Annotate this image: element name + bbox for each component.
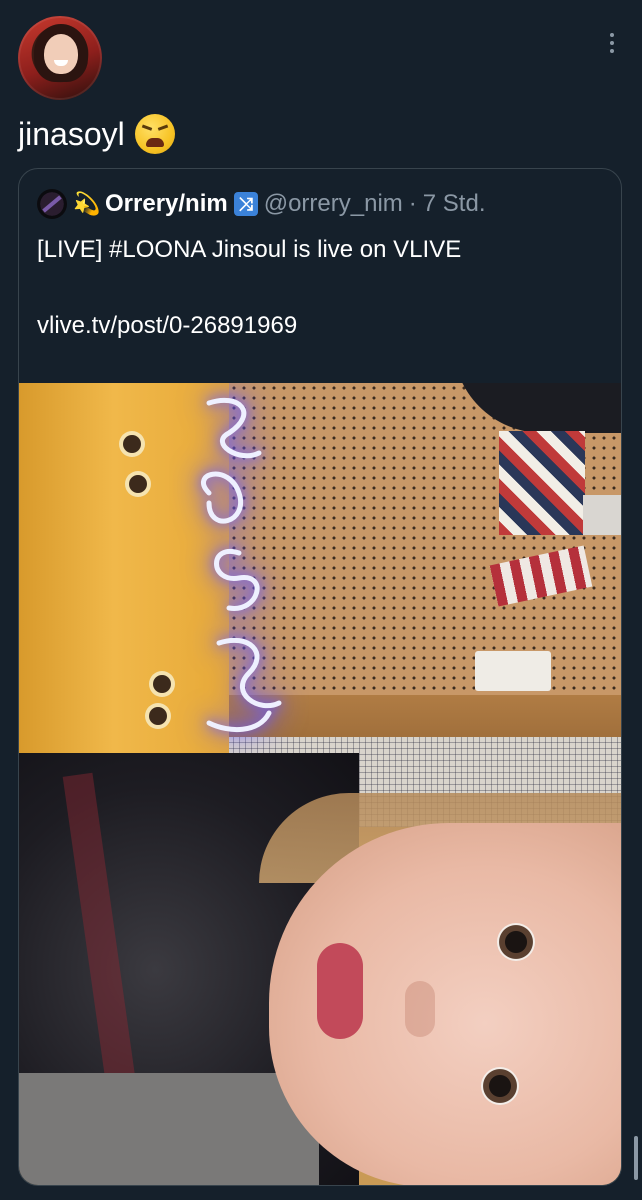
wall-photo xyxy=(583,495,621,535)
quoted-tweet-body: [LIVE] #LOONA Jinsoul is live on VLIVE v… xyxy=(37,231,607,345)
tweet-screen: jinasoyl 💫 Orrery/nim ⤨ @orrery_nim · 7 … xyxy=(0,0,642,1200)
more-dot-icon xyxy=(610,41,614,45)
quoted-display-name[interactable]: Orrery/nim xyxy=(105,190,228,218)
scrollbar[interactable] xyxy=(634,1136,638,1180)
author-avatar[interactable] xyxy=(18,16,102,100)
quoted-timestamp[interactable]: 7 Std. xyxy=(423,190,486,218)
dizzy-icon: 💫 xyxy=(73,191,101,216)
grey-hood xyxy=(19,1073,319,1185)
more-dot-icon xyxy=(610,33,614,37)
light-switch xyxy=(475,651,551,691)
quoted-tweet-header: 💫 Orrery/nim ⤨ @orrery_nim · 7 Std. xyxy=(37,189,486,219)
tweet-text-content: jinasoyl xyxy=(18,116,125,152)
neon-sign xyxy=(201,397,282,733)
lips xyxy=(317,943,363,1039)
quoted-handle[interactable]: @orrery_nim xyxy=(264,190,403,218)
tired-face-emoji-icon xyxy=(134,114,175,154)
eye xyxy=(497,923,535,961)
more-dot-icon xyxy=(610,49,614,53)
nose xyxy=(405,981,435,1037)
quoted-tweet-card[interactable]: 💫 Orrery/nim ⤨ @orrery_nim · 7 Std. [LIV… xyxy=(18,168,622,1186)
wall-poster xyxy=(499,431,585,535)
quoted-text-line-1: [LIVE] #LOONA Jinsoul is live on VLIVE xyxy=(37,236,462,263)
quoted-author-avatar[interactable] xyxy=(37,189,67,219)
separator-dot: · xyxy=(408,190,417,217)
quoted-link[interactable]: vlive.tv/post/0-26891969 xyxy=(37,307,607,345)
more-options-button[interactable] xyxy=(602,28,622,58)
quoted-media-photo[interactable] xyxy=(19,383,621,1185)
shuffle-badge-icon: ⤨ xyxy=(233,192,258,216)
eye xyxy=(481,1067,519,1105)
avatar-face xyxy=(44,34,78,74)
tweet-text: jinasoyl xyxy=(18,112,175,156)
